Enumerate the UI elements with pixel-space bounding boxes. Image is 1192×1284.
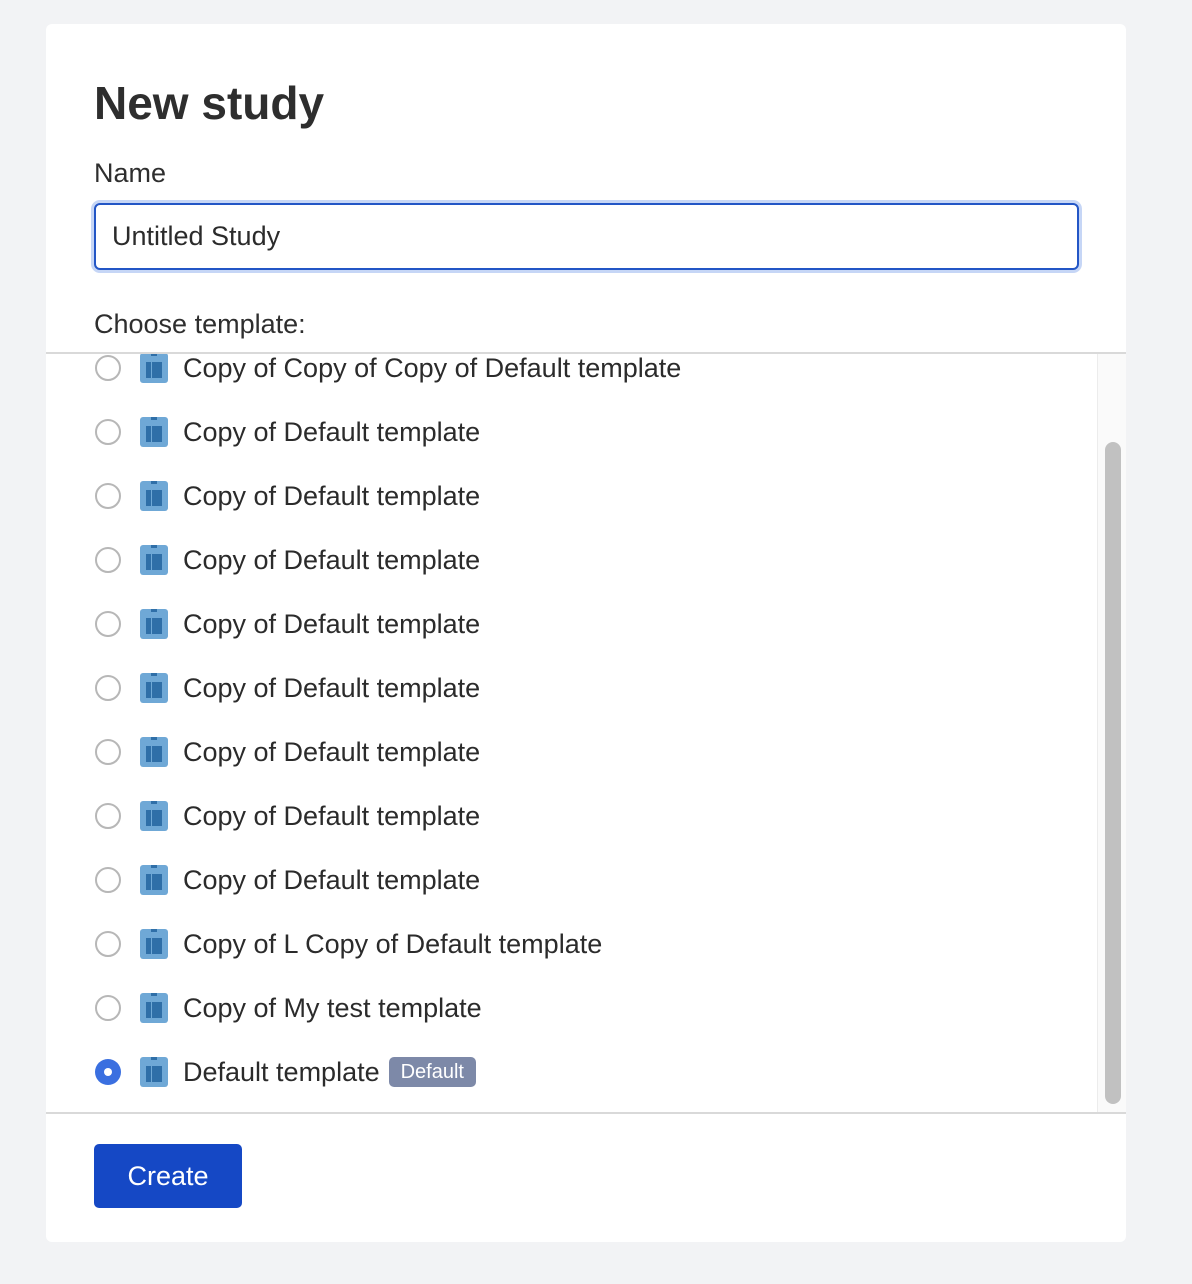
template-label: Copy of Default template bbox=[183, 864, 481, 895]
template-option[interactable]: Copy of Default template bbox=[46, 464, 1096, 528]
template-option[interactable]: Default template Default bbox=[46, 1040, 1096, 1104]
template-icon bbox=[140, 417, 168, 447]
template-label: Copy of Default template bbox=[183, 480, 481, 511]
name-input[interactable] bbox=[94, 203, 1079, 270]
scrollbar-track[interactable] bbox=[1097, 354, 1126, 1112]
template-list[interactable]: Copy of Copy of Copy of Default template… bbox=[46, 352, 1126, 1114]
template-label: Copy of L Copy of Default template bbox=[183, 928, 603, 959]
template-option[interactable]: Copy of Default template bbox=[46, 656, 1096, 720]
template-icon bbox=[140, 354, 168, 383]
template-radio[interactable] bbox=[95, 483, 121, 509]
template-option[interactable]: Copy of Default template bbox=[46, 592, 1096, 656]
template-option[interactable]: Copy of Copy of Copy of Default template bbox=[46, 352, 1096, 400]
template-radio[interactable] bbox=[95, 995, 121, 1021]
template-option[interactable]: Copy of L Copy of Default template bbox=[46, 912, 1096, 976]
template-icon bbox=[140, 609, 168, 639]
name-label: Name bbox=[94, 158, 167, 188]
template-option[interactable]: Copy of My test template bbox=[46, 976, 1096, 1040]
template-label: Copy of My test template bbox=[183, 992, 482, 1023]
template-radio[interactable] bbox=[95, 739, 121, 765]
template-radio[interactable] bbox=[95, 355, 121, 381]
template-label: Copy of Default template bbox=[183, 800, 481, 831]
template-icon bbox=[140, 993, 168, 1023]
template-radio[interactable] bbox=[95, 931, 121, 957]
template-label: Copy of Default template bbox=[183, 416, 481, 447]
choose-template-label: Choose template: bbox=[94, 309, 306, 339]
template-icon bbox=[140, 801, 168, 831]
template-label: Copy of Default template bbox=[183, 672, 481, 703]
template-label: Copy of Copy of Copy of Default template bbox=[183, 352, 682, 383]
template-list-items: Copy of Copy of Copy of Default template… bbox=[46, 352, 1096, 1104]
template-radio[interactable] bbox=[95, 675, 121, 701]
template-radio[interactable] bbox=[95, 611, 121, 637]
template-radio[interactable] bbox=[95, 867, 121, 893]
new-study-dialog: New study Name Choose template: Copy of … bbox=[46, 24, 1126, 1242]
template-option[interactable]: Copy of Default template bbox=[46, 848, 1096, 912]
template-icon bbox=[140, 545, 168, 575]
template-icon bbox=[140, 481, 168, 511]
template-icon bbox=[140, 865, 168, 895]
create-button[interactable]: Create bbox=[94, 1144, 242, 1208]
template-option[interactable]: Copy of Default template bbox=[46, 400, 1096, 464]
default-badge: Default bbox=[388, 1057, 476, 1087]
template-radio[interactable] bbox=[95, 547, 121, 573]
template-icon bbox=[140, 929, 168, 959]
template-label: Default template bbox=[183, 1056, 380, 1087]
template-label: Copy of Default template bbox=[183, 608, 481, 639]
template-icon bbox=[140, 737, 168, 767]
template-radio[interactable] bbox=[95, 1059, 121, 1085]
template-option[interactable]: Copy of Default template bbox=[46, 784, 1096, 848]
template-radio[interactable] bbox=[95, 419, 121, 445]
template-option[interactable]: Copy of Default template bbox=[46, 528, 1096, 592]
template-label: Copy of Default template bbox=[183, 736, 481, 767]
page-title: New study bbox=[94, 77, 325, 129]
template-label: Copy of Default template bbox=[183, 544, 481, 575]
template-icon bbox=[140, 1057, 168, 1087]
scrollbar-thumb[interactable] bbox=[1105, 442, 1121, 1104]
template-icon bbox=[140, 673, 168, 703]
template-radio[interactable] bbox=[95, 803, 121, 829]
template-option[interactable]: Copy of Default template bbox=[46, 720, 1096, 784]
